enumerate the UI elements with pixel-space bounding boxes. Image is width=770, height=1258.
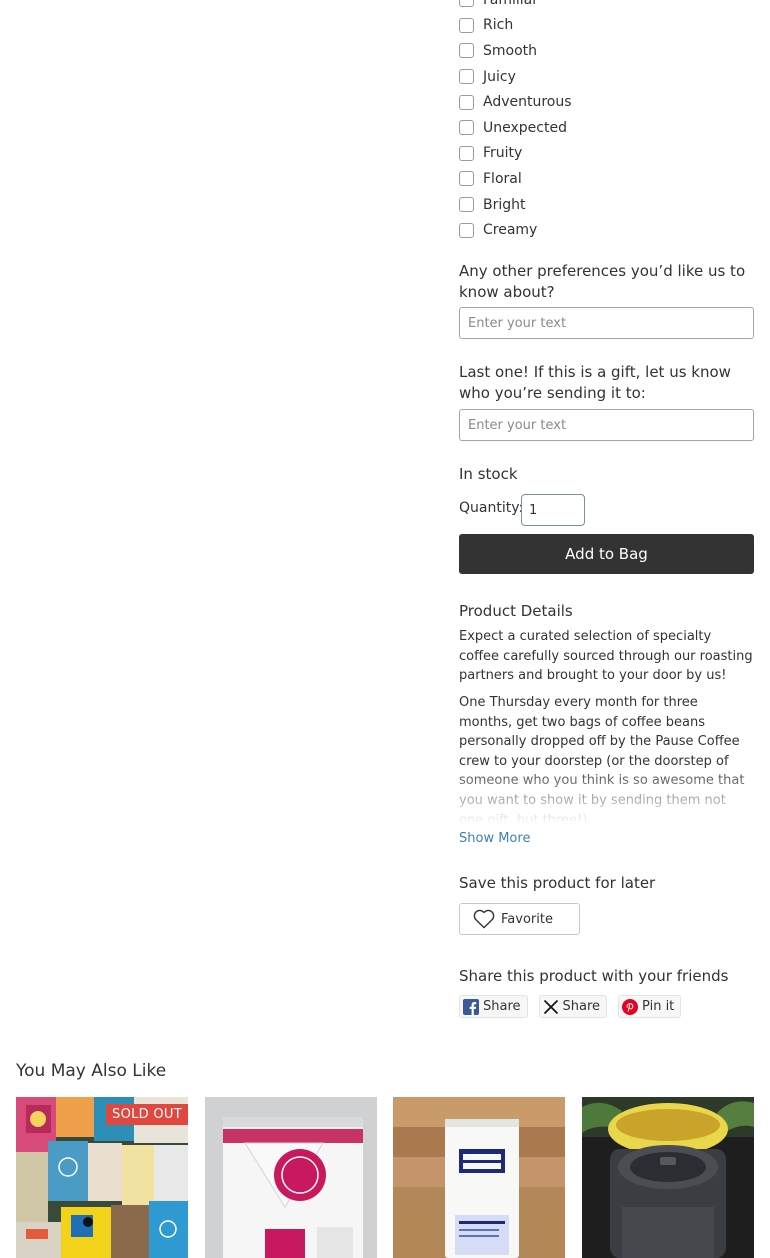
preferences-label: Any other preferences you’d like us to k…: [459, 262, 746, 301]
x-share-label: Share: [562, 999, 601, 1014]
heart-icon: [473, 909, 495, 929]
flavor-option-juicy[interactable]: Juicy: [459, 64, 754, 90]
product-card-brewer[interactable]: [582, 1097, 754, 1258]
flavor-checkbox[interactable]: [459, 120, 474, 136]
share-buttons: Share Share Pin it: [459, 995, 682, 1018]
flavor-option-label: Smooth: [483, 42, 538, 59]
show-more-link[interactable]: Show More: [459, 831, 530, 846]
pinterest-share-button[interactable]: Pin it: [618, 995, 682, 1018]
brewer-image: [582, 1097, 754, 1258]
flavor-checkbox[interactable]: [459, 0, 474, 8]
flavor-checkbox[interactable]: [459, 145, 474, 161]
facebook-icon: [463, 998, 479, 1015]
flavor-option-label: Rich: [483, 17, 514, 34]
flavor-option-label: Creamy: [483, 222, 538, 239]
text-fade-overlay: [459, 764, 754, 824]
preferences-question: Any other preferences you’d like us to k…: [459, 261, 754, 303]
pinterest-icon: [622, 998, 639, 1015]
flavor-checkbox-list: Familiar Rich Smooth Juicy Adventurous Unexpe…: [459, 0, 754, 243]
flavor-option-label: Bright: [483, 196, 526, 213]
stock-status: In stock: [459, 465, 518, 483]
pinterest-share-label: Pin it: [642, 999, 675, 1014]
product-details-title: Product Details: [459, 602, 573, 620]
product-card-coffee-collage[interactable]: SOLD OUT: [16, 1097, 188, 1258]
preferences-input[interactable]: [459, 307, 754, 339]
product-card-community-coffee[interactable]: [393, 1097, 565, 1258]
filter-papers-image: [205, 1097, 377, 1258]
you-may-also-like-title: You May Also Like: [16, 1061, 167, 1081]
product-description-intro: Expect a curated selection of specialty …: [459, 629, 753, 684]
flavor-option-label: Juicy: [483, 68, 516, 85]
flavor-option-rich[interactable]: Rich: [459, 13, 754, 39]
gift-question: Last one! If this is a gift, let us know…: [459, 362, 754, 404]
x-share-button[interactable]: Share: [538, 995, 608, 1018]
quantity-label: Quantity:: [459, 500, 524, 516]
add-to-bag-button[interactable]: Add to Bag: [459, 534, 754, 574]
x-icon: [543, 999, 559, 1015]
flavor-option-floral[interactable]: Floral: [459, 166, 754, 192]
flavor-option-label: Adventurous: [483, 94, 572, 111]
flavor-checkbox[interactable]: [459, 197, 474, 213]
flavor-option-label: Familiar: [483, 0, 538, 8]
flavor-option-bright[interactable]: Bright: [459, 192, 754, 218]
gift-label: Last one! If this is a gift, let us know…: [459, 363, 731, 402]
product-card-filter-papers[interactable]: [205, 1097, 377, 1258]
share-title: Share this product with your friends: [459, 967, 729, 985]
flavor-checkbox[interactable]: [459, 43, 474, 59]
community-coffee-bag-image: [393, 1097, 565, 1258]
flavor-option-label: Unexpected: [483, 119, 567, 136]
product-description-truncated: One Thursday every month for three month…: [459, 693, 754, 824]
flavor-option-label: Fruity: [483, 145, 523, 162]
flavor-option-smooth[interactable]: Smooth: [459, 38, 754, 64]
gift-recipient-input[interactable]: [459, 409, 754, 441]
flavor-checkbox[interactable]: [459, 222, 474, 238]
favorite-button[interactable]: Favorite: [459, 903, 580, 935]
flavor-checkbox[interactable]: [459, 94, 474, 110]
flavor-checkbox[interactable]: [459, 69, 474, 85]
flavor-checkbox[interactable]: [459, 17, 474, 33]
flavor-option-unexpected[interactable]: Unexpected: [459, 115, 754, 141]
facebook-share-label: Share: [483, 999, 521, 1014]
favorite-label: Favorite: [501, 911, 553, 927]
flavor-option-fruity[interactable]: Fruity: [459, 141, 754, 167]
flavor-option-adventurous[interactable]: Adventurous: [459, 89, 754, 115]
facebook-share-button[interactable]: Share: [459, 995, 528, 1018]
save-for-later-title: Save this product for later: [459, 874, 656, 892]
quantity-input[interactable]: [521, 494, 585, 526]
sold-out-badge: SOLD OUT: [106, 1104, 188, 1125]
flavor-checkbox[interactable]: [459, 171, 474, 187]
flavor-option-creamy[interactable]: Creamy: [459, 217, 754, 243]
flavor-option-familiar[interactable]: Familiar: [459, 0, 754, 13]
flavor-option-label: Floral: [483, 170, 522, 187]
